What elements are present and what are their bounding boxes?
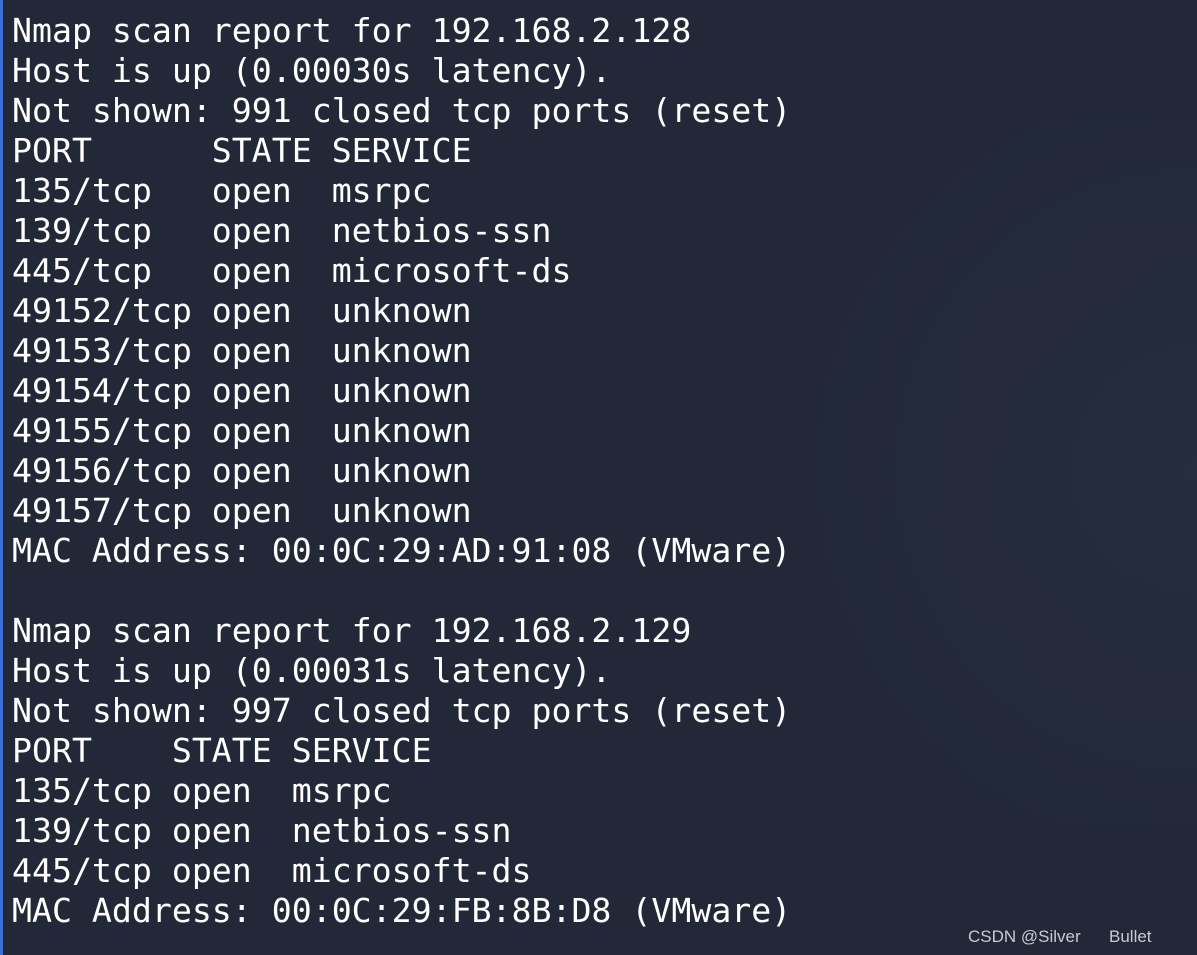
- terminal-line: 49154/tcp open unknown: [12, 371, 472, 410]
- terminal-line: PORT STATE SERVICE: [12, 731, 432, 770]
- terminal-line: 49155/tcp open unknown: [12, 411, 472, 450]
- window-focus-border: [0, 0, 3, 955]
- terminal-line: Not shown: 991 closed tcp ports (reset): [12, 91, 792, 130]
- terminal-line: Nmap scan report for 192.168.2.129: [12, 611, 692, 650]
- terminal-line: 135/tcp open msrpc: [12, 171, 432, 210]
- terminal-line: Host is up (0.00030s latency).: [12, 51, 612, 90]
- terminal-line: Not shown: 997 closed tcp ports (reset): [12, 691, 792, 730]
- terminal-output[interactable]: Nmap scan report for 192.168.2.128 Host i…: [12, 11, 1182, 931]
- terminal-line: 135/tcp open msrpc: [12, 771, 392, 810]
- terminal-line: 445/tcp open microsoft-ds: [12, 851, 532, 890]
- terminal-line: 49152/tcp open unknown: [12, 291, 472, 330]
- terminal-line: 445/tcp open microsoft-ds: [12, 251, 572, 290]
- terminal-line: MAC Address: 00:0C:29:FB:8B:D8 (VMware): [12, 891, 792, 930]
- terminal-line: Host is up (0.00031s latency).: [12, 651, 612, 690]
- terminal-line: 49157/tcp open unknown: [12, 491, 472, 530]
- terminal-line: 49153/tcp open unknown: [12, 331, 472, 370]
- terminal-line: PORT STATE SERVICE: [12, 131, 472, 170]
- terminal-line: 139/tcp open netbios-ssn: [12, 811, 512, 850]
- terminal-line: Nmap scan report for 192.168.2.128: [12, 11, 692, 50]
- terminal-line: MAC Address: 00:0C:29:AD:91:08 (VMware): [12, 531, 792, 570]
- terminal-line: 49156/tcp open unknown: [12, 451, 472, 490]
- watermark: CSDN @Silver Bullet: [968, 927, 1152, 946]
- terminal-line: 139/tcp open netbios-ssn: [12, 211, 552, 250]
